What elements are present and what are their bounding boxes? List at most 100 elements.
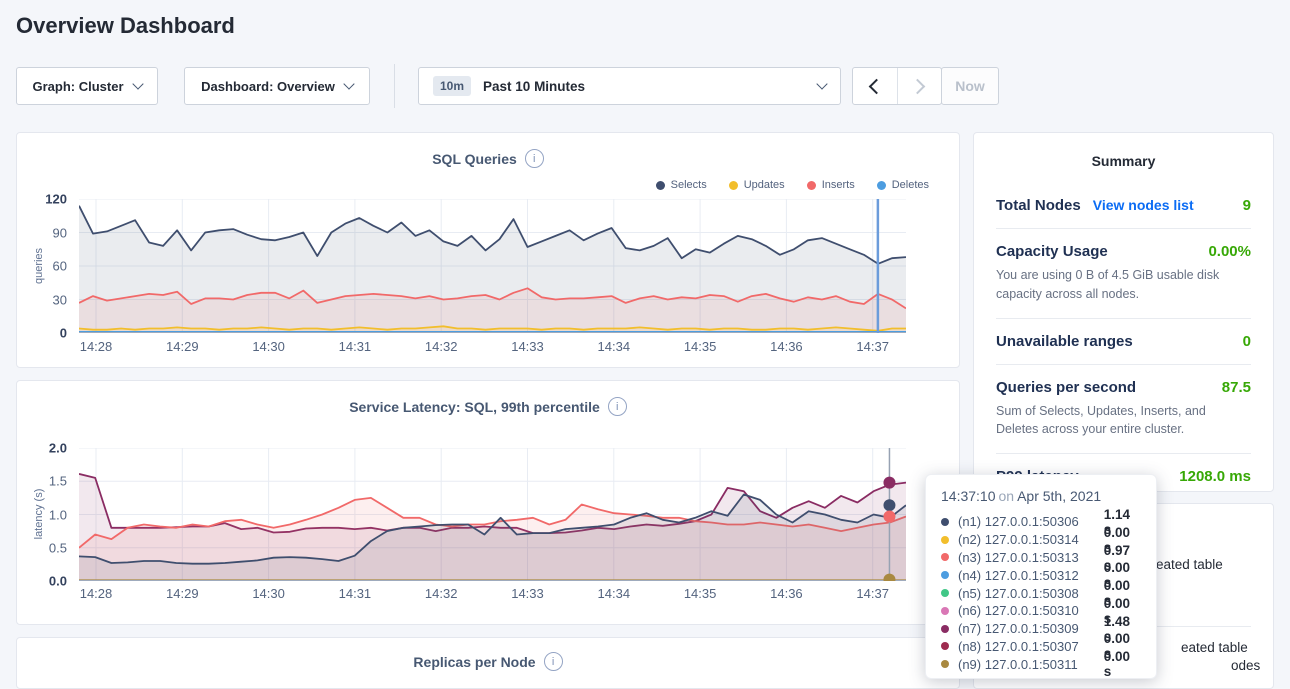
qps-value: 87.5 bbox=[1222, 379, 1251, 396]
qps-label: Queries per second bbox=[996, 379, 1136, 396]
x-tick-label: 14:35 bbox=[684, 586, 717, 601]
legend-item-deletes[interactable]: Deletes bbox=[877, 179, 929, 191]
tooltip-time: 14:37:10 bbox=[941, 488, 996, 504]
x-tick-label: 14:32 bbox=[425, 339, 458, 354]
y-tick-label: 1.5 bbox=[49, 474, 67, 489]
divider bbox=[1154, 626, 1251, 627]
info-icon[interactable]: i bbox=[544, 652, 563, 671]
node-address: (n8) 127.0.0.1:50307 bbox=[958, 639, 1104, 654]
summary-capacity: Capacity Usage 0.00% You are using 0 B o… bbox=[996, 228, 1251, 318]
capacity-subtext: You are using 0 B of 4.5 GiB usable disk… bbox=[996, 266, 1251, 304]
y-tick-label: 2.0 bbox=[49, 441, 67, 456]
summary-body: Total Nodes View nodes list 9 Capacity U… bbox=[974, 183, 1273, 499]
chart-title: Service Latency: SQL, 99th percentile bbox=[349, 399, 600, 415]
legend-label: Inserts bbox=[822, 179, 855, 191]
y-tick-label: 90 bbox=[53, 225, 67, 240]
time-step-buttons bbox=[852, 67, 942, 105]
chart-title-row: SQL Queries i bbox=[17, 149, 959, 168]
chart-hover-tooltip: 14:37:10onApr 5th, 2021 (n1) 127.0.0.1:5… bbox=[925, 474, 1157, 679]
view-nodes-list-link[interactable]: View nodes list bbox=[1093, 197, 1194, 213]
tooltip-rows: (n1) 127.0.0.1:503061.14 s(n2) 127.0.0.1… bbox=[941, 513, 1141, 673]
now-button[interactable]: Now bbox=[941, 67, 999, 105]
x-tick-label: 14:29 bbox=[166, 339, 199, 354]
y-axis: 0306090120 bbox=[17, 199, 73, 333]
next-button[interactable] bbox=[898, 68, 942, 104]
legend-dot bbox=[877, 181, 886, 190]
chevron-right-icon bbox=[909, 78, 925, 94]
total-nodes-value: 9 bbox=[1243, 197, 1251, 214]
info-icon[interactable]: i bbox=[608, 397, 627, 416]
node-color-dot bbox=[941, 607, 949, 615]
legend-dot bbox=[807, 181, 816, 190]
chart-title-row: Replicas per Node i bbox=[17, 652, 959, 671]
unavailable-ranges-label: Unavailable ranges bbox=[996, 333, 1133, 350]
dashboard-dropdown[interactable]: Dashboard: Overview bbox=[184, 67, 370, 105]
tooltip-date: Apr 5th, 2021 bbox=[1017, 488, 1101, 504]
legend-label: Updates bbox=[744, 179, 785, 191]
sql-queries-card: SQL Queries i Selects Updates Inserts Delet… bbox=[16, 132, 960, 368]
node-color-dot bbox=[941, 571, 949, 579]
legend-item-updates[interactable]: Updates bbox=[729, 179, 785, 191]
time-range-dropdown[interactable]: 10m Past 10 Minutes bbox=[418, 67, 841, 105]
chevron-down-icon bbox=[132, 78, 143, 89]
range-label: Past 10 Minutes bbox=[483, 79, 585, 94]
total-nodes-label: Total Nodes bbox=[996, 197, 1081, 214]
y-axis: 0.00.51.01.52.0 bbox=[17, 448, 73, 581]
summary-qps: Queries per second 87.5 Sum of Selects, … bbox=[996, 364, 1251, 454]
chevron-down-icon bbox=[343, 78, 354, 89]
capacity-label: Capacity Usage bbox=[996, 243, 1108, 260]
chevron-down-icon bbox=[816, 78, 827, 89]
x-tick-label: 14:34 bbox=[598, 339, 631, 354]
x-tick-label: 14:37 bbox=[856, 586, 889, 601]
node-color-dot bbox=[941, 625, 949, 633]
p99-latency-value: 1208.0 ms bbox=[1179, 468, 1251, 485]
capacity-value: 0.00% bbox=[1208, 243, 1251, 260]
chart-title-row: Service Latency: SQL, 99th percentile i bbox=[17, 397, 959, 416]
node-address: (n7) 127.0.0.1:50309 bbox=[958, 621, 1104, 636]
y-tick-label: 120 bbox=[45, 192, 67, 207]
y-tick-label: 0.5 bbox=[49, 540, 67, 555]
unavailable-ranges-value: 0 bbox=[1243, 333, 1251, 350]
y-tick-label: 0 bbox=[60, 326, 67, 341]
page-title: Overview Dashboard bbox=[16, 13, 235, 39]
node-latency-value: 0.00 s bbox=[1104, 649, 1141, 679]
y-tick-label: 0.0 bbox=[49, 574, 67, 589]
legend-item-inserts[interactable]: Inserts bbox=[807, 179, 855, 191]
chart-title: SQL Queries bbox=[432, 151, 517, 167]
service-latency-plot[interactable] bbox=[79, 448, 906, 581]
tooltip-node-row: (n9) 127.0.0.1:503110.00 s bbox=[941, 655, 1141, 673]
x-tick-label: 14:31 bbox=[339, 586, 372, 601]
x-tick-label: 14:28 bbox=[80, 586, 113, 601]
sql-queries-plot[interactable] bbox=[79, 199, 906, 333]
summary-total-nodes: Total Nodes View nodes list 9 bbox=[996, 183, 1251, 228]
prev-button[interactable] bbox=[853, 68, 897, 104]
legend-dot bbox=[729, 181, 738, 190]
dashboard-dropdown-label: Dashboard: Overview bbox=[201, 79, 335, 94]
x-axis: 14:2814:2914:3014:3114:3214:3314:3414:35… bbox=[79, 339, 906, 355]
x-tick-label: 14:31 bbox=[339, 339, 372, 354]
x-tick-label: 14:32 bbox=[425, 586, 458, 601]
x-tick-label: 14:35 bbox=[684, 339, 717, 354]
x-tick-label: 14:33 bbox=[511, 586, 544, 601]
node-address: (n4) 127.0.0.1:50312 bbox=[958, 568, 1104, 583]
x-tick-label: 14:30 bbox=[252, 339, 285, 354]
x-tick-label: 14:33 bbox=[511, 339, 544, 354]
x-axis: 14:2814:2914:3014:3114:3214:3314:3414:35… bbox=[79, 586, 906, 602]
legend-item-selects[interactable]: Selects bbox=[656, 179, 707, 191]
node-address: (n1) 127.0.0.1:50306 bbox=[958, 514, 1104, 529]
event-text-fragment: eated table bbox=[1181, 640, 1248, 655]
node-color-dot bbox=[941, 642, 949, 650]
summary-unavailable: Unavailable ranges 0 bbox=[996, 318, 1251, 364]
graph-dropdown[interactable]: Graph: Cluster bbox=[16, 67, 158, 105]
event-text-fragment: odes bbox=[1231, 658, 1260, 673]
event-text-fragment: eated table bbox=[1156, 557, 1223, 572]
info-icon[interactable]: i bbox=[525, 149, 544, 168]
summary-card: Summary Total Nodes View nodes list 9 Ca… bbox=[973, 132, 1274, 492]
x-tick-label: 14:34 bbox=[598, 586, 631, 601]
summary-title: Summary bbox=[974, 133, 1273, 169]
legend-label: Selects bbox=[671, 179, 707, 191]
y-tick-label: 30 bbox=[53, 292, 67, 307]
node-color-dot bbox=[941, 589, 949, 597]
qps-subtext: Sum of Selects, Updates, Inserts, and De… bbox=[996, 402, 1251, 440]
node-address: (n2) 127.0.0.1:50314 bbox=[958, 532, 1104, 547]
